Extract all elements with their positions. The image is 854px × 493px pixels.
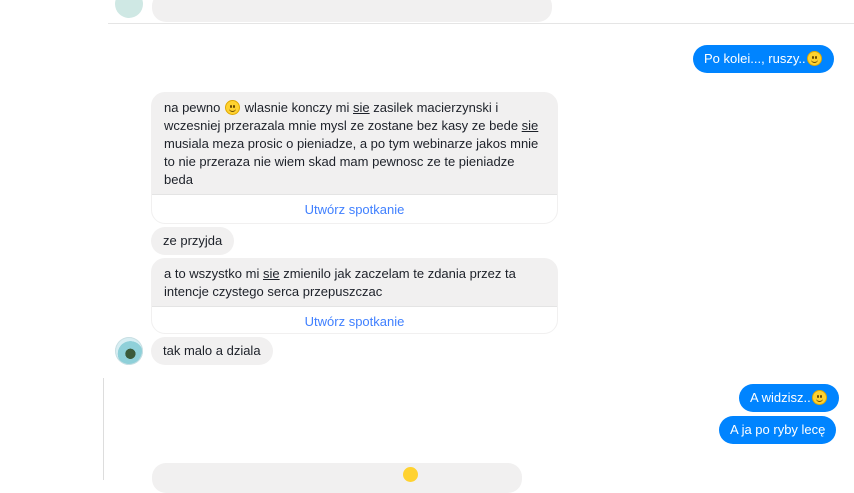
incoming-message[interactable]: tak malo a dziala bbox=[151, 337, 273, 365]
message-text-segment: na pewno bbox=[164, 100, 221, 115]
message-text: a to wszystko mi sie zmienilo jak zaczel… bbox=[152, 259, 557, 306]
message-text-segment: a to wszystko mi bbox=[164, 266, 263, 281]
message-text: A widzisz.. bbox=[750, 390, 811, 405]
message-text-segment: wlasnie konczy mi bbox=[241, 100, 353, 115]
underlined-word: sie bbox=[262, 266, 280, 281]
message-text: Po kolei..., ruszy.. bbox=[704, 51, 806, 66]
message-text: ze przyjda bbox=[163, 233, 223, 248]
incoming-message-partial bbox=[152, 0, 552, 22]
outgoing-message[interactable]: A ja po ryby lecę bbox=[719, 416, 837, 444]
underlined-word: sie bbox=[353, 100, 370, 115]
incoming-message-card[interactable]: a to wszystko mi sie zmienilo jak zaczel… bbox=[151, 258, 558, 334]
contact-avatar[interactable] bbox=[115, 337, 143, 365]
slightly-smiling-face-icon bbox=[225, 100, 241, 115]
message-text-segment: musiala meza prosic o pieniadze, a po ty… bbox=[164, 136, 539, 187]
incoming-message[interactable]: ze przyjda bbox=[151, 227, 235, 255]
contact-avatar-partial bbox=[115, 0, 143, 18]
incoming-message-partial bbox=[152, 463, 522, 493]
incoming-message-card[interactable]: na pewno wlasnie konczy mi sie zasilek m… bbox=[151, 92, 558, 224]
message-text: na pewno wlasnie konczy mi sie zasilek m… bbox=[152, 93, 557, 194]
message-text: tak malo a dziala bbox=[163, 343, 261, 358]
underlined-word: sie bbox=[521, 118, 539, 133]
create-meeting-button[interactable]: Utwórz spotkanie bbox=[152, 194, 557, 223]
create-meeting-button[interactable]: Utwórz spotkanie bbox=[152, 306, 557, 333]
outgoing-message[interactable]: A widzisz.. bbox=[739, 384, 839, 412]
slightly-smiling-face-icon bbox=[811, 390, 827, 405]
outgoing-message[interactable]: Po kolei..., ruszy.. bbox=[693, 45, 834, 73]
divider bbox=[108, 23, 854, 24]
divider bbox=[103, 378, 104, 480]
slightly-smiling-face-icon bbox=[806, 51, 822, 66]
partial-status-text bbox=[790, 0, 830, 3]
message-text: A ja po ryby lecę bbox=[730, 422, 826, 437]
